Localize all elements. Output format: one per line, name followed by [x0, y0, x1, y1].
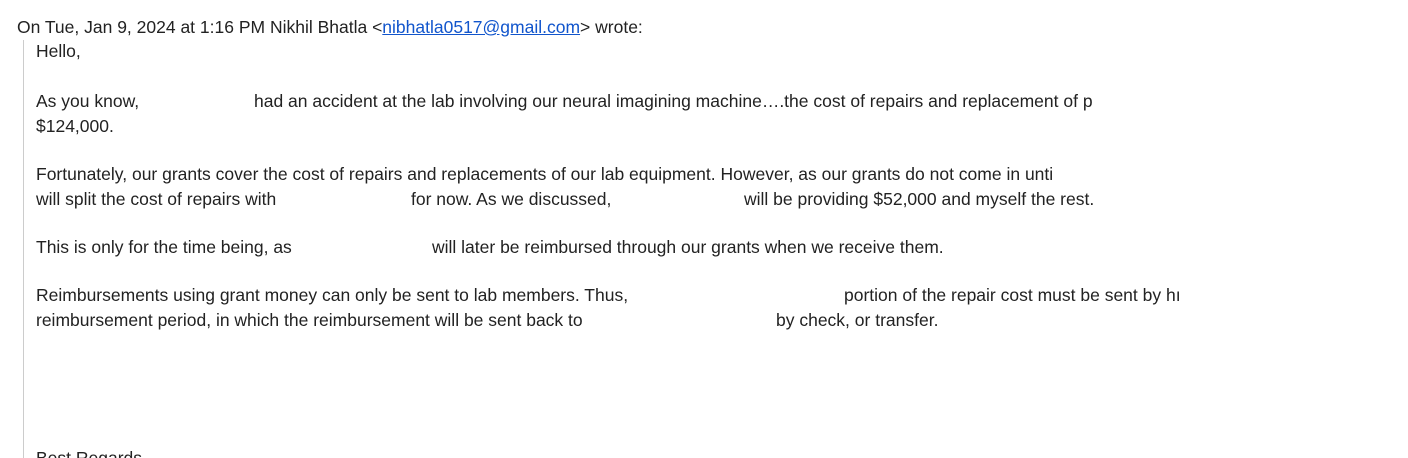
paragraph-1-line-1: As you know, had an accident at the lab … — [36, 90, 1234, 112]
p2-text-c: for now. As we discussed, — [411, 189, 612, 209]
p4-text-a: Reimbursements using grant money can onl… — [36, 285, 629, 305]
greeting: Hello, — [36, 41, 81, 61]
p3-text-a: This is only for the time being, as — [36, 237, 292, 257]
p1-text-a: As you know, — [36, 91, 140, 111]
p3-text-b: will later be reimbursed through our gra… — [432, 237, 944, 257]
quote-attribution: On Tue, Jan 9, 2024 at 1:16 PM Nikhil Bh… — [17, 16, 643, 38]
paragraph-4-line-1: Reimbursements using grant money can onl… — [36, 284, 1234, 306]
paragraph-2-line-2: will split the cost of repairs with for … — [36, 188, 1234, 210]
p4-text-c: reimbursement period, in which the reimb… — [36, 310, 583, 330]
attribution-suffix: > wrote: — [580, 17, 643, 37]
paragraph-1-line-2: $124,000. — [36, 116, 114, 136]
redacted-name — [336, 188, 406, 210]
paragraph-3: This is only for the time being, as will… — [36, 236, 1234, 258]
redacted-name — [701, 309, 771, 331]
redacted-name — [341, 236, 426, 258]
paragraph-4-line-2: reimbursement period, in which the reimb… — [36, 309, 1234, 331]
attribution-prefix: On Tue, Jan 9, 2024 at 1:16 PM Nikhil Bh… — [17, 17, 383, 37]
sender-email-link[interactable]: nibhatla0517@gmail.com — [382, 17, 580, 37]
redacted-name — [661, 188, 741, 210]
p4-text-b: portion of the repair cost must be sent … — [844, 285, 1181, 305]
redacted-name — [148, 90, 248, 112]
p2-text-d: will be providing $52,000 and myself the… — [744, 189, 1095, 209]
p2-text-b: will split the cost of repairs with — [36, 189, 277, 209]
p4-text-d: by check, or transfer. — [776, 310, 939, 330]
p1-text-b: had an accident at the lab involving our… — [254, 91, 1093, 111]
closing: Best Regards, — [36, 448, 147, 458]
redacted-name — [744, 284, 839, 306]
quoted-message: Hello, As you know, had an accident at t… — [23, 40, 1234, 458]
paragraph-2-line-1: Fortunately, our grants cover the cost o… — [36, 164, 1054, 184]
